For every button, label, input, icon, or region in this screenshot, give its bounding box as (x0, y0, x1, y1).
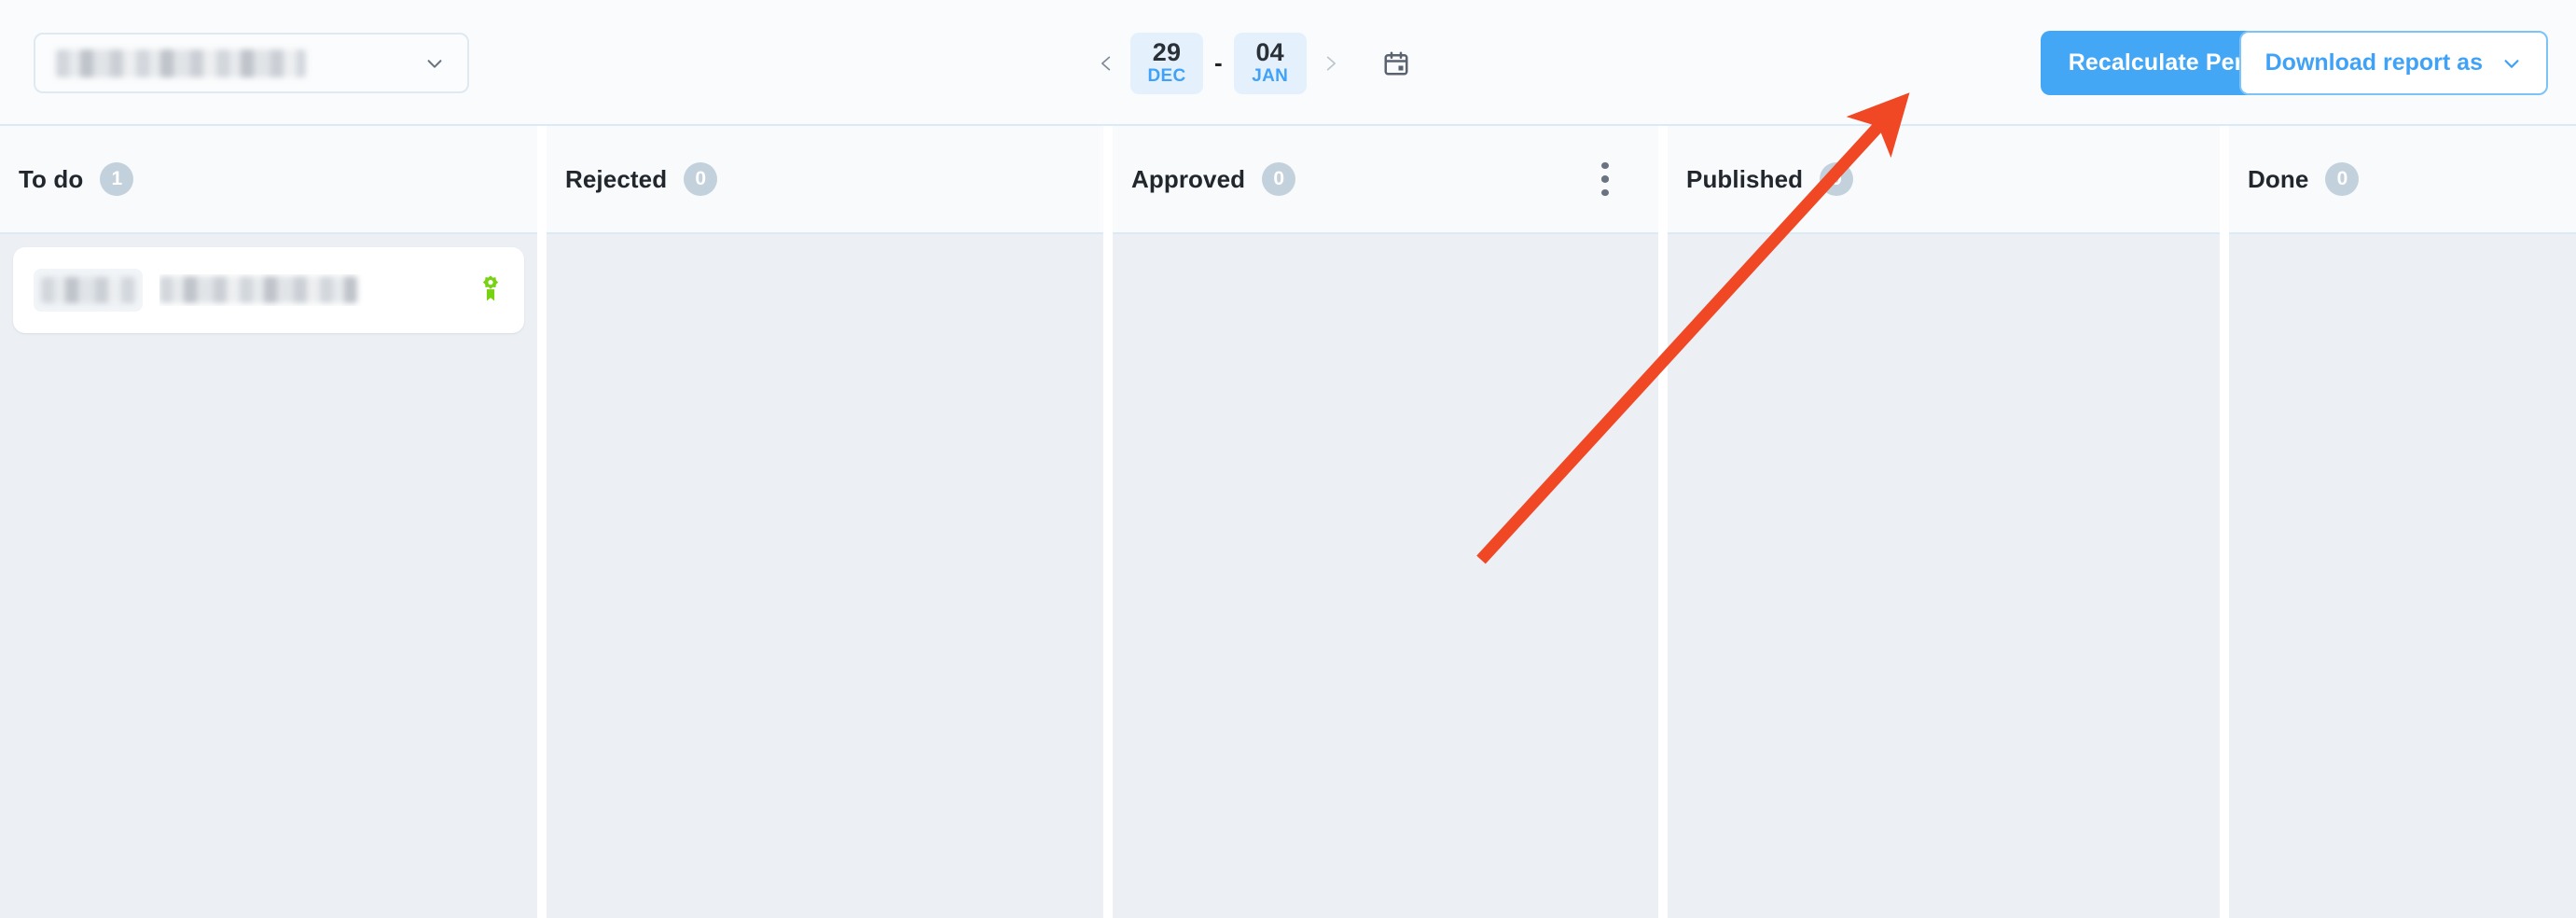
date-end-month: JAN (1252, 66, 1289, 87)
date-start-chip[interactable]: 29 DEC (1130, 33, 1203, 94)
award-badge-icon (478, 274, 504, 306)
board-column-todo: To do 1 (0, 126, 537, 918)
date-end-day: 04 (1255, 37, 1284, 66)
calendar-icon[interactable] (1377, 44, 1416, 83)
column-count-badge: 0 (1820, 162, 1854, 196)
card-title-redacted (159, 274, 466, 306)
board-column-done: Done 0 (2229, 126, 2576, 918)
board-column-approved: Approved 0 (1113, 126, 1658, 918)
download-report-label: Download report as (2264, 49, 2483, 76)
column-body-done (2229, 234, 2576, 918)
date-range-separator: - (1214, 49, 1223, 76)
board-card[interactable] (13, 247, 524, 333)
date-start-day: 29 (1152, 37, 1182, 66)
app-root: 29 DEC - 04 JAN Recalculate Per Diem Dow… (0, 0, 2576, 918)
top-toolbar: 29 DEC - 04 JAN Recalculate Per Diem Dow… (0, 0, 2576, 126)
column-body-published (1668, 234, 2220, 918)
date-end-chip[interactable]: 04 JAN (1233, 33, 1307, 94)
card-tag-redacted (34, 269, 143, 312)
column-body-todo (0, 234, 537, 918)
column-title: Published (1686, 164, 1804, 193)
column-header-approved: Approved 0 (1113, 126, 1658, 234)
column-body-approved (1113, 234, 1658, 918)
date-range-picker: 29 DEC - 04 JAN (1085, 17, 1416, 110)
chevron-down-icon (2501, 53, 2522, 74)
column-title: Rejected (565, 164, 668, 193)
date-prev-button[interactable] (1085, 37, 1128, 90)
column-header-todo: To do 1 (0, 126, 537, 234)
column-count-badge: 0 (684, 162, 718, 196)
column-title: Approved (1131, 164, 1246, 193)
column-title: To do (19, 164, 84, 193)
column-header-rejected: Rejected 0 (547, 126, 1103, 234)
column-header-done: Done 0 (2229, 126, 2576, 234)
more-vertical-icon[interactable] (1591, 162, 1619, 196)
board-column-rejected: Rejected 0 (547, 126, 1103, 918)
column-count-badge: 0 (2325, 162, 2360, 196)
project-selector[interactable] (34, 33, 469, 93)
date-next-button[interactable] (1309, 37, 1352, 90)
chevron-down-icon (424, 53, 445, 74)
date-start-month: DEC (1147, 66, 1186, 87)
column-header-published: Published 0 (1668, 126, 2220, 234)
board-column-published: Published 0 (1668, 126, 2220, 918)
column-count-badge: 0 (1262, 162, 1296, 196)
download-report-button[interactable]: Download report as (2238, 31, 2548, 95)
column-title: Done (2248, 164, 2309, 193)
kanban-board: To do 1 Rejected 0 Approved 0 Published 0 Done 0 (0, 126, 2576, 918)
column-body-rejected (547, 234, 1103, 918)
column-count-badge: 1 (100, 162, 134, 196)
project-selector-value-redacted (56, 49, 306, 77)
